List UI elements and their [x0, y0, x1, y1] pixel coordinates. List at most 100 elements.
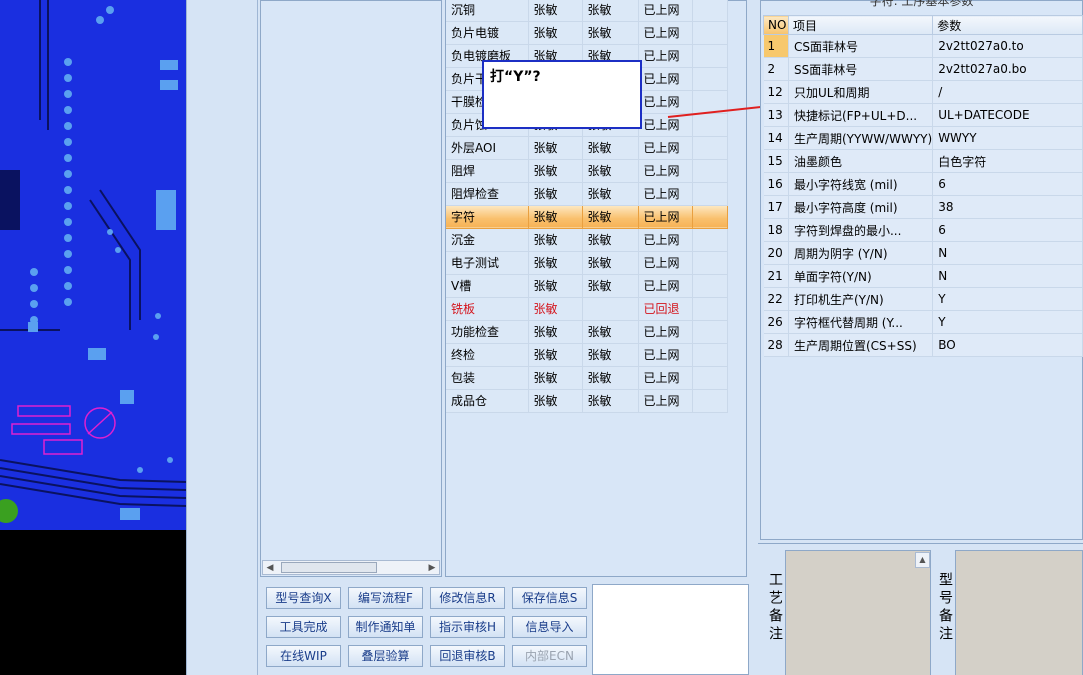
column-header-value[interactable]: 参数 — [932, 15, 1083, 35]
process-step-cell: 包装 — [446, 366, 529, 390]
operator-cell: 张敏 — [528, 136, 583, 160]
status-cell: 已上网 — [638, 67, 693, 91]
process-row[interactable]: 字符 张敏 张敏 已上网 — [446, 205, 728, 229]
extra-cell — [692, 274, 728, 298]
param-value-cell: N — [932, 264, 1083, 288]
operator-cell: 张敏 — [528, 320, 583, 344]
status-cell: 已上网 — [638, 228, 693, 252]
online-wip-button[interactable]: 在线WIP — [266, 645, 341, 667]
parameter-row[interactable]: 22 打印机生产(Y/N) Y — [763, 287, 1083, 311]
process-row[interactable]: 功能检查 张敏 张敏 已上网 — [446, 320, 728, 344]
reviewer-cell: 张敏 — [582, 366, 639, 390]
reviewer-cell: 张敏 — [582, 205, 639, 229]
operator-cell: 张敏 — [528, 274, 583, 298]
model-query-button[interactable]: 型号查询X — [266, 587, 341, 609]
tool-done-button[interactable]: 工具完成 — [266, 616, 341, 638]
parameter-row[interactable]: 15 油墨颜色 白色字符 — [763, 149, 1083, 173]
horizontal-scrollbar[interactable]: ◀ ▶ — [262, 560, 440, 575]
internal-ecn-button[interactable]: 内部ECN — [512, 645, 587, 667]
notes-area: 工艺备注 ▲ 型号备注 — [758, 543, 1083, 675]
operator-cell: 张敏 — [528, 343, 583, 367]
scrollbar-thumb[interactable] — [281, 562, 377, 573]
process-step-cell: 负片电镀 — [446, 21, 529, 45]
annotation-popup: 打“Y”? — [482, 60, 642, 129]
rollback-review-button[interactable]: 回退审核B — [430, 645, 505, 667]
param-item-cell: 快捷标记(FP+UL+D... — [788, 103, 934, 127]
param-item-cell: 单面字符(Y/N) — [788, 264, 934, 288]
param-no-cell: 14 — [763, 126, 789, 150]
status-cell: 已上网 — [638, 113, 693, 137]
scroll-up-icon[interactable]: ▲ — [915, 552, 930, 568]
stack-calc-button[interactable]: 叠层验算 — [348, 645, 423, 667]
process-row[interactable]: 终检 张敏 张敏 已上网 — [446, 343, 728, 367]
process-row[interactable]: 阻焊 张敏 张敏 已上网 — [446, 159, 728, 183]
status-cell: 已上网 — [638, 366, 693, 390]
parameter-row[interactable]: 1 CS面菲林号 2v2tt027a0.to — [763, 34, 1083, 58]
status-cell: 已上网 — [638, 21, 693, 45]
process-step-cell: 成品仓 — [446, 389, 529, 413]
extra-cell — [692, 44, 728, 68]
left-sidebar-strip — [186, 0, 258, 675]
status-cell: 已上网 — [638, 274, 693, 298]
process-row[interactable]: 铣板 张敏 已回退 — [446, 297, 728, 321]
param-no-cell: 18 — [763, 218, 789, 242]
param-no-cell: 13 — [763, 103, 789, 127]
param-value-cell: UL+DATECODE — [932, 103, 1083, 127]
parameter-row[interactable]: 21 单面字符(Y/N) N — [763, 264, 1083, 288]
scroll-right-icon[interactable]: ▶ — [427, 563, 437, 573]
pcb-preview-image — [0, 0, 186, 675]
extra-cell — [692, 320, 728, 344]
param-no-cell: 22 — [763, 287, 789, 311]
extra-cell — [692, 21, 728, 45]
reviewer-cell: 张敏 — [582, 0, 639, 22]
param-no-cell: 28 — [763, 333, 789, 357]
parameter-row[interactable]: 20 周期为阴字 (Y/N) N — [763, 241, 1083, 265]
column-header-no[interactable]: NO — [763, 15, 789, 35]
process-row[interactable]: 成品仓 张敏 张敏 已上网 — [446, 389, 728, 413]
parameter-row[interactable]: 18 字符到焊盘的最小... 6 — [763, 218, 1083, 242]
process-step-cell: 阻焊 — [446, 159, 529, 183]
make-notice-button[interactable]: 制作通知单 — [348, 616, 423, 638]
modify-info-button[interactable]: 修改信息R — [430, 587, 505, 609]
parameter-row[interactable]: 17 最小字符高度 (mil) 38 — [763, 195, 1083, 219]
process-row[interactable]: 包装 张敏 张敏 已上网 — [446, 366, 728, 390]
process-note-field[interactable] — [785, 550, 931, 675]
process-row[interactable]: V槽 张敏 张敏 已上网 — [446, 274, 728, 298]
param-value-cell: 2v2tt027a0.to — [932, 34, 1083, 58]
parameter-row[interactable]: 26 字符框代替周期 (Y... Y — [763, 310, 1083, 334]
operator-cell: 张敏 — [528, 0, 583, 22]
parameter-row[interactable]: 13 快捷标记(FP+UL+D... UL+DATECODE — [763, 103, 1083, 127]
reviewer-cell: 张敏 — [582, 274, 639, 298]
parameter-row[interactable]: 14 生产周期(YYWW/WWYY) WWYY — [763, 126, 1083, 150]
process-row[interactable]: 负片电镀 张敏 张敏 已上网 — [446, 21, 728, 45]
extra-cell — [692, 159, 728, 183]
indicate-review-button[interactable]: 指示审核H — [430, 616, 505, 638]
scroll-left-icon[interactable]: ◀ — [265, 563, 275, 573]
extra-cell — [692, 67, 728, 91]
parameter-row[interactable]: 28 生产周期位置(CS+SS) BO — [763, 333, 1083, 357]
write-flow-button[interactable]: 编写流程F — [348, 587, 423, 609]
process-row[interactable]: 沉铜 张敏 张敏 已上网 — [446, 0, 728, 22]
param-no-cell: 17 — [763, 195, 789, 219]
operator-cell: 张敏 — [528, 159, 583, 183]
param-item-cell: 生产周期位置(CS+SS) — [788, 333, 934, 357]
param-no-cell: 12 — [763, 80, 789, 104]
param-value-cell: 38 — [932, 195, 1083, 219]
parameter-row[interactable]: 16 最小字符线宽 (mil) 6 — [763, 172, 1083, 196]
column-header-item[interactable]: 项目 — [787, 15, 934, 35]
operator-cell: 张敏 — [528, 389, 583, 413]
import-info-button[interactable]: 信息导入 — [512, 616, 587, 638]
status-cell: 已上网 — [638, 343, 693, 367]
reviewer-cell: 张敏 — [582, 159, 639, 183]
save-info-button[interactable]: 保存信息S — [512, 587, 587, 609]
process-row[interactable]: 外层AOI 张敏 张敏 已上网 — [446, 136, 728, 160]
info-text-box[interactable] — [592, 584, 749, 675]
process-row[interactable]: 阻焊检查 张敏 张敏 已上网 — [446, 182, 728, 206]
parameter-row[interactable]: 2 SS面菲林号 2v2tt027a0.bo — [763, 57, 1083, 81]
model-note-field[interactable] — [955, 550, 1083, 675]
parameter-row[interactable]: 12 只加UL和周期 / — [763, 80, 1083, 104]
process-row[interactable]: 电子测试 张敏 张敏 已上网 — [446, 251, 728, 275]
process-row[interactable]: 沉金 张敏 张敏 已上网 — [446, 228, 728, 252]
param-no-cell: 16 — [763, 172, 789, 196]
param-item-cell: 字符到焊盘的最小... — [788, 218, 934, 242]
